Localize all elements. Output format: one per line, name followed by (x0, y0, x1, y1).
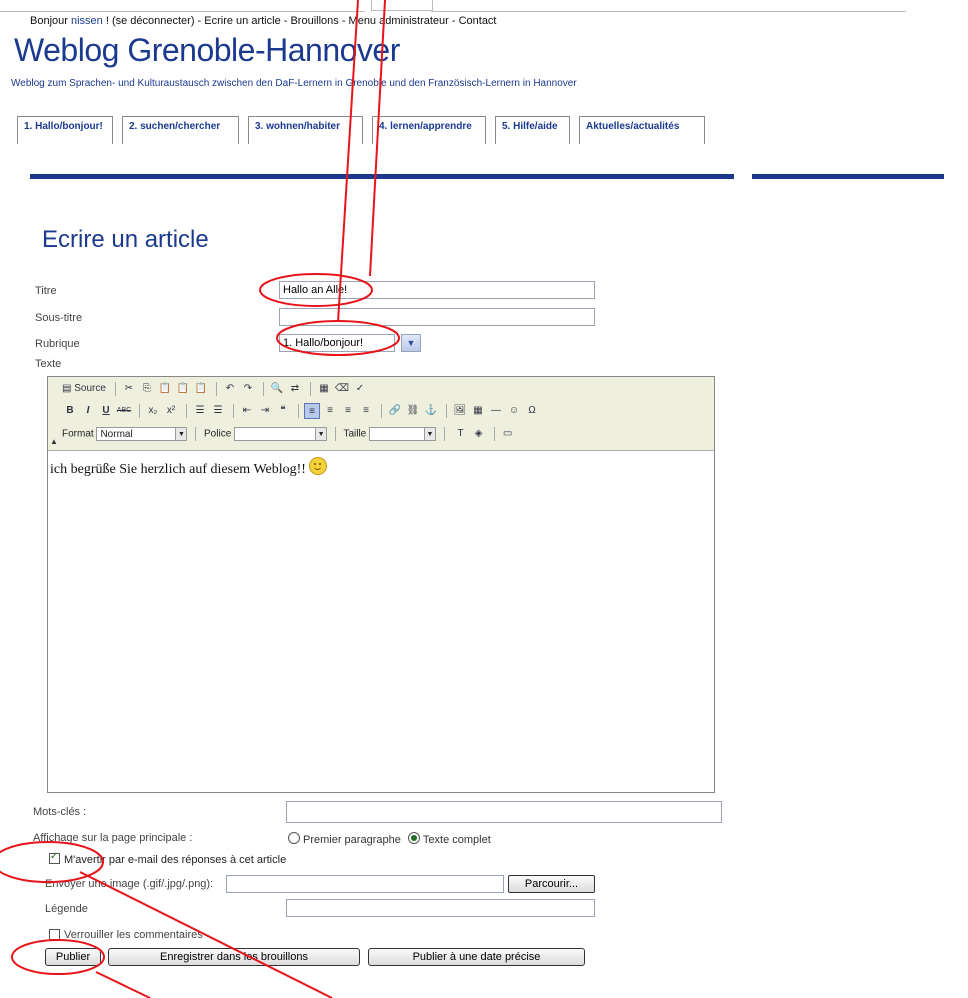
annotation-line (369, 0, 386, 277)
annotation-ellipse-publier (11, 939, 105, 975)
annotation-line (79, 871, 333, 998)
annotation-overlay (0, 0, 400, 998)
annotation-ellipse-rubrique (276, 320, 400, 356)
annotation-line (337, 0, 359, 323)
annotation-ellipse-titre (259, 273, 373, 307)
annotation-line (95, 971, 151, 998)
